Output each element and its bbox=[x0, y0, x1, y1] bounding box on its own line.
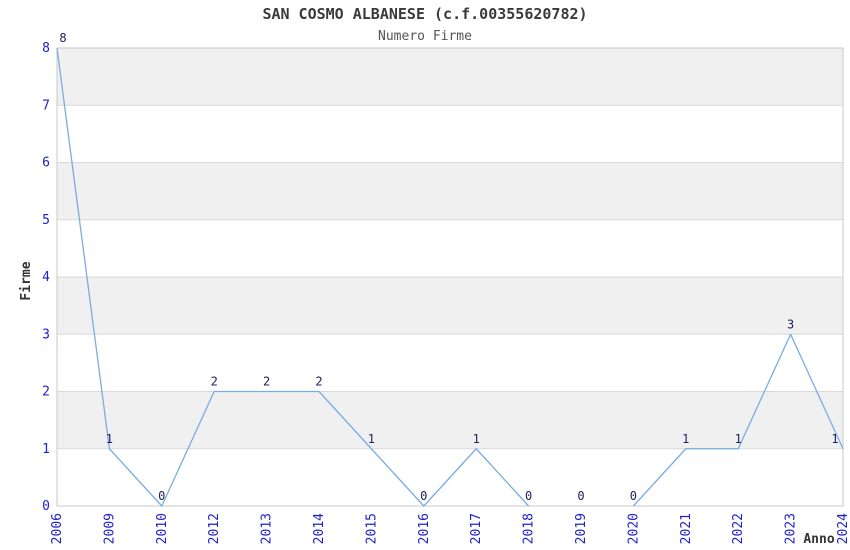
data-label: 2 bbox=[315, 375, 322, 389]
x-axis-label: Anno bbox=[803, 532, 834, 547]
plot-area: 8 1 0 2 2 2 1 0 1 0 0 0 1 1 3 1 0 1 2 3 4 5 6 7 8 2006 2009 2010 201… bbox=[19, 5, 850, 547]
x-tick-label: 2019 bbox=[574, 513, 589, 544]
chart-subtitle: Numero Firme bbox=[378, 29, 472, 44]
data-label: 1 bbox=[368, 432, 375, 446]
data-label: 0 bbox=[158, 489, 165, 503]
x-tick-label: 2013 bbox=[260, 513, 275, 544]
data-label: 8 bbox=[59, 31, 66, 45]
plot-band bbox=[57, 391, 843, 449]
x-tick-label: 2022 bbox=[731, 513, 746, 544]
y-tick-label: 8 bbox=[42, 41, 50, 56]
x-tick-label: 2021 bbox=[679, 513, 694, 544]
chart-title: SAN COSMO ALBANESE (c.f.00355620782) bbox=[262, 5, 587, 23]
data-label: 3 bbox=[787, 317, 794, 331]
y-tick-label: 6 bbox=[42, 156, 50, 171]
y-tick-label: 5 bbox=[42, 213, 50, 228]
x-tick-label: 2017 bbox=[469, 513, 484, 544]
data-label: 0 bbox=[420, 489, 427, 503]
x-tick-label: 2024 bbox=[836, 513, 850, 544]
y-axis-label: Firme bbox=[19, 261, 34, 300]
data-label: 2 bbox=[263, 375, 270, 389]
plot-band bbox=[57, 277, 843, 335]
data-label: 0 bbox=[525, 489, 532, 503]
data-label: 1 bbox=[682, 432, 689, 446]
x-tick-label: 2010 bbox=[155, 513, 170, 544]
data-label: 0 bbox=[630, 489, 637, 503]
x-tick-label: 2015 bbox=[364, 513, 379, 544]
plot-band bbox=[57, 162, 843, 220]
data-label: 1 bbox=[473, 432, 480, 446]
y-tick-label: 4 bbox=[42, 270, 50, 285]
y-tick-label: 2 bbox=[42, 385, 50, 400]
y-tick-label: 0 bbox=[42, 499, 50, 514]
y-tick-label: 3 bbox=[42, 327, 50, 342]
x-tick-label: 2009 bbox=[102, 513, 117, 544]
data-label: 1 bbox=[735, 432, 742, 446]
x-tick-label: 2006 bbox=[50, 513, 65, 544]
x-tick-label: 2018 bbox=[522, 513, 537, 544]
data-label: 0 bbox=[577, 489, 584, 503]
chart-canvas: 8 1 0 2 2 2 1 0 1 0 0 0 1 1 3 1 0 1 2 3 4 5 6 7 8 2006 2009 2010 201… bbox=[0, 0, 850, 550]
y-tick-label: 1 bbox=[42, 442, 50, 457]
x-tick-label: 2016 bbox=[417, 513, 432, 544]
data-label: 2 bbox=[211, 375, 218, 389]
plot-band bbox=[57, 48, 843, 106]
y-tick-label: 7 bbox=[42, 98, 50, 113]
x-tick-label: 2020 bbox=[626, 513, 641, 544]
x-tick-label: 2012 bbox=[207, 513, 222, 544]
data-label: 1 bbox=[831, 432, 838, 446]
data-label: 1 bbox=[106, 432, 113, 446]
x-tick-label: 2023 bbox=[784, 513, 799, 544]
x-tick-label: 2014 bbox=[312, 513, 327, 544]
